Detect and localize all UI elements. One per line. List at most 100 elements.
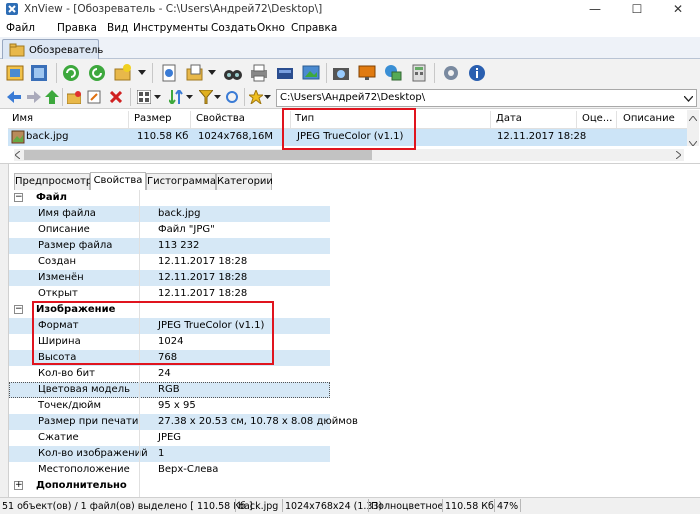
rename-icon[interactable]: [86, 88, 102, 106]
list-item[interactable]: Цветовая модель RGB: [9, 382, 330, 398]
table-row[interactable]: back.jpg 110.58 Кб 1024x768,16M JPEG Tru…: [8, 129, 688, 146]
capture-icon[interactable]: [330, 62, 352, 84]
close-button[interactable]: ✕: [658, 0, 698, 19]
address-path-field[interactable]: C:\Users\Андрей72\Desktop\: [276, 89, 697, 107]
fullscreen-icon[interactable]: [28, 62, 50, 84]
collapse-icon[interactable]: −: [14, 193, 23, 202]
column-date[interactable]: Дата: [496, 113, 522, 129]
list-item[interactable]: Кол-во изображений 1: [9, 446, 330, 462]
new-folder-icon[interactable]: [66, 88, 82, 106]
view-mode-icon[interactable]: [136, 88, 152, 106]
back-arrow-icon[interactable]: [6, 88, 22, 106]
list-item[interactable]: Имя файла back.jpg: [9, 206, 330, 222]
column-size[interactable]: Размер: [134, 113, 172, 129]
sync-icon[interactable]: [224, 88, 240, 106]
column-rating[interactable]: Оце...: [582, 113, 612, 129]
cell-name: back.jpg: [26, 131, 69, 142]
menu-help[interactable]: Справка: [291, 22, 337, 34]
binoculars-icon[interactable]: [222, 62, 244, 84]
tab-browser[interactable]: Обозреватель: [2, 39, 103, 60]
sort-icon[interactable]: [168, 88, 184, 106]
browser-icon[interactable]: [4, 62, 26, 84]
list-item[interactable]: Создан 12.11.2017 18:28: [9, 254, 330, 270]
jpg-file-icon: [11, 130, 25, 144]
list-item[interactable]: Кол-во бит 24: [9, 366, 330, 382]
scroll-left-icon[interactable]: [14, 150, 21, 162]
list-item[interactable]: Точек/дюйм 95 x 95: [9, 398, 330, 414]
list-item[interactable]: Открыт 12.11.2017 18:28: [9, 286, 330, 302]
chevron-down-icon[interactable]: [184, 88, 194, 106]
chevron-down-icon[interactable]: [136, 62, 148, 84]
list-item[interactable]: Размер при печати 27.38 x 20.53 см, 10.78…: [9, 414, 358, 430]
chevron-down-icon[interactable]: [683, 94, 694, 105]
menu-create[interactable]: Создать: [211, 22, 256, 34]
print-icon[interactable]: [248, 62, 270, 84]
menu-window[interactable]: Окно: [257, 22, 285, 34]
chevron-down-icon[interactable]: [206, 62, 218, 84]
list-item[interactable]: Местоположение Верх-Слева: [9, 462, 330, 478]
calculator-icon[interactable]: [408, 62, 430, 84]
properties-grid: − Файл Имя файла back.jpg Описание Файл "JP…: [9, 190, 358, 497]
slideshow-icon[interactable]: [300, 62, 322, 84]
collapse-icon[interactable]: −: [14, 305, 23, 314]
column-description[interactable]: Описание: [623, 113, 675, 129]
forward-arrow-icon[interactable]: [26, 88, 42, 106]
menu-file[interactable]: Файл: [6, 22, 35, 34]
tab-preview[interactable]: Предпросмотр: [14, 173, 92, 190]
menu-view[interactable]: Вид: [107, 22, 128, 34]
menu-tools[interactable]: Инструменты: [133, 22, 208, 34]
browser-tab-icon: [9, 43, 25, 57]
list-item[interactable]: Описание Файл "JPG": [9, 222, 330, 238]
chevron-down-icon[interactable]: [212, 88, 222, 106]
xnview-app-icon: [6, 3, 18, 15]
list-item[interactable]: Изменён 12.11.2017 18:28: [9, 270, 330, 286]
copy-to-icon[interactable]: [184, 62, 206, 84]
status-zoom: 47%: [497, 501, 519, 512]
maximize-button[interactable]: ☐: [617, 0, 657, 19]
tab-categories[interactable]: Категории: [216, 173, 273, 190]
scroll-up-icon[interactable]: [688, 113, 698, 124]
column-name[interactable]: Имя: [12, 113, 33, 129]
group-file[interactable]: − Файл: [9, 190, 330, 206]
column-type[interactable]: Тип: [295, 113, 314, 129]
horizontal-scroll-thumb[interactable]: [24, 150, 372, 160]
status-size: 110.58 Кб: [445, 501, 494, 512]
tab-histogram[interactable]: Гистограмма: [146, 173, 216, 190]
file-list-header: Имя Размер Свойства Тип Дата Оце... Опис…: [8, 110, 688, 129]
up-folder-icon[interactable]: [44, 88, 60, 106]
gear-icon[interactable]: [440, 62, 462, 84]
list-item[interactable]: Размер файла 113 232: [9, 238, 330, 254]
list-item[interactable]: Высота 768: [9, 350, 330, 366]
status-bar: 51 объект(ов) / 1 файл(ов) выделено [ 11…: [0, 497, 700, 514]
tab-properties[interactable]: Свойства: [90, 172, 146, 190]
status-color: Полноцветное: [371, 501, 444, 512]
file-info-icon[interactable]: [158, 62, 180, 84]
refresh-icon[interactable]: [60, 62, 82, 84]
chevron-down-icon[interactable]: [262, 88, 272, 106]
document-tab-bar: [0, 37, 700, 59]
list-item[interactable]: Сжатие JPEG: [9, 430, 330, 446]
list-item[interactable]: Формат JPEG TrueColor (v1.1): [9, 318, 330, 334]
main-toolbar: [0, 59, 700, 87]
expand-icon[interactable]: +: [14, 481, 23, 490]
menu-edit[interactable]: Правка: [57, 22, 97, 34]
cell-type: JPEG TrueColor (v1.1): [297, 131, 404, 142]
column-properties[interactable]: Свойства: [196, 113, 245, 129]
chevron-down-icon[interactable]: [152, 88, 162, 106]
info-icon[interactable]: [466, 62, 488, 84]
minimize-button[interactable]: —: [575, 0, 615, 19]
wallpaper-icon[interactable]: [356, 62, 378, 84]
title-bar[interactable]: XnView - [Обозреватель - C:\Users\Андрей…: [0, 0, 700, 19]
web-icon[interactable]: [382, 62, 404, 84]
panel-splitter[interactable]: [0, 164, 9, 497]
delete-icon[interactable]: [108, 88, 124, 106]
favorite-folder-icon[interactable]: [112, 62, 134, 84]
group-extra[interactable]: + Дополнительно: [9, 478, 330, 494]
reload-icon[interactable]: [86, 62, 108, 84]
status-file: back.jpg: [238, 501, 279, 512]
list-item[interactable]: Ширина 1024: [9, 334, 330, 350]
group-image[interactable]: − Изображение: [9, 302, 330, 318]
scanner-icon[interactable]: [274, 62, 296, 84]
scroll-right-icon[interactable]: [675, 150, 682, 162]
scroll-down-icon[interactable]: [688, 138, 698, 149]
